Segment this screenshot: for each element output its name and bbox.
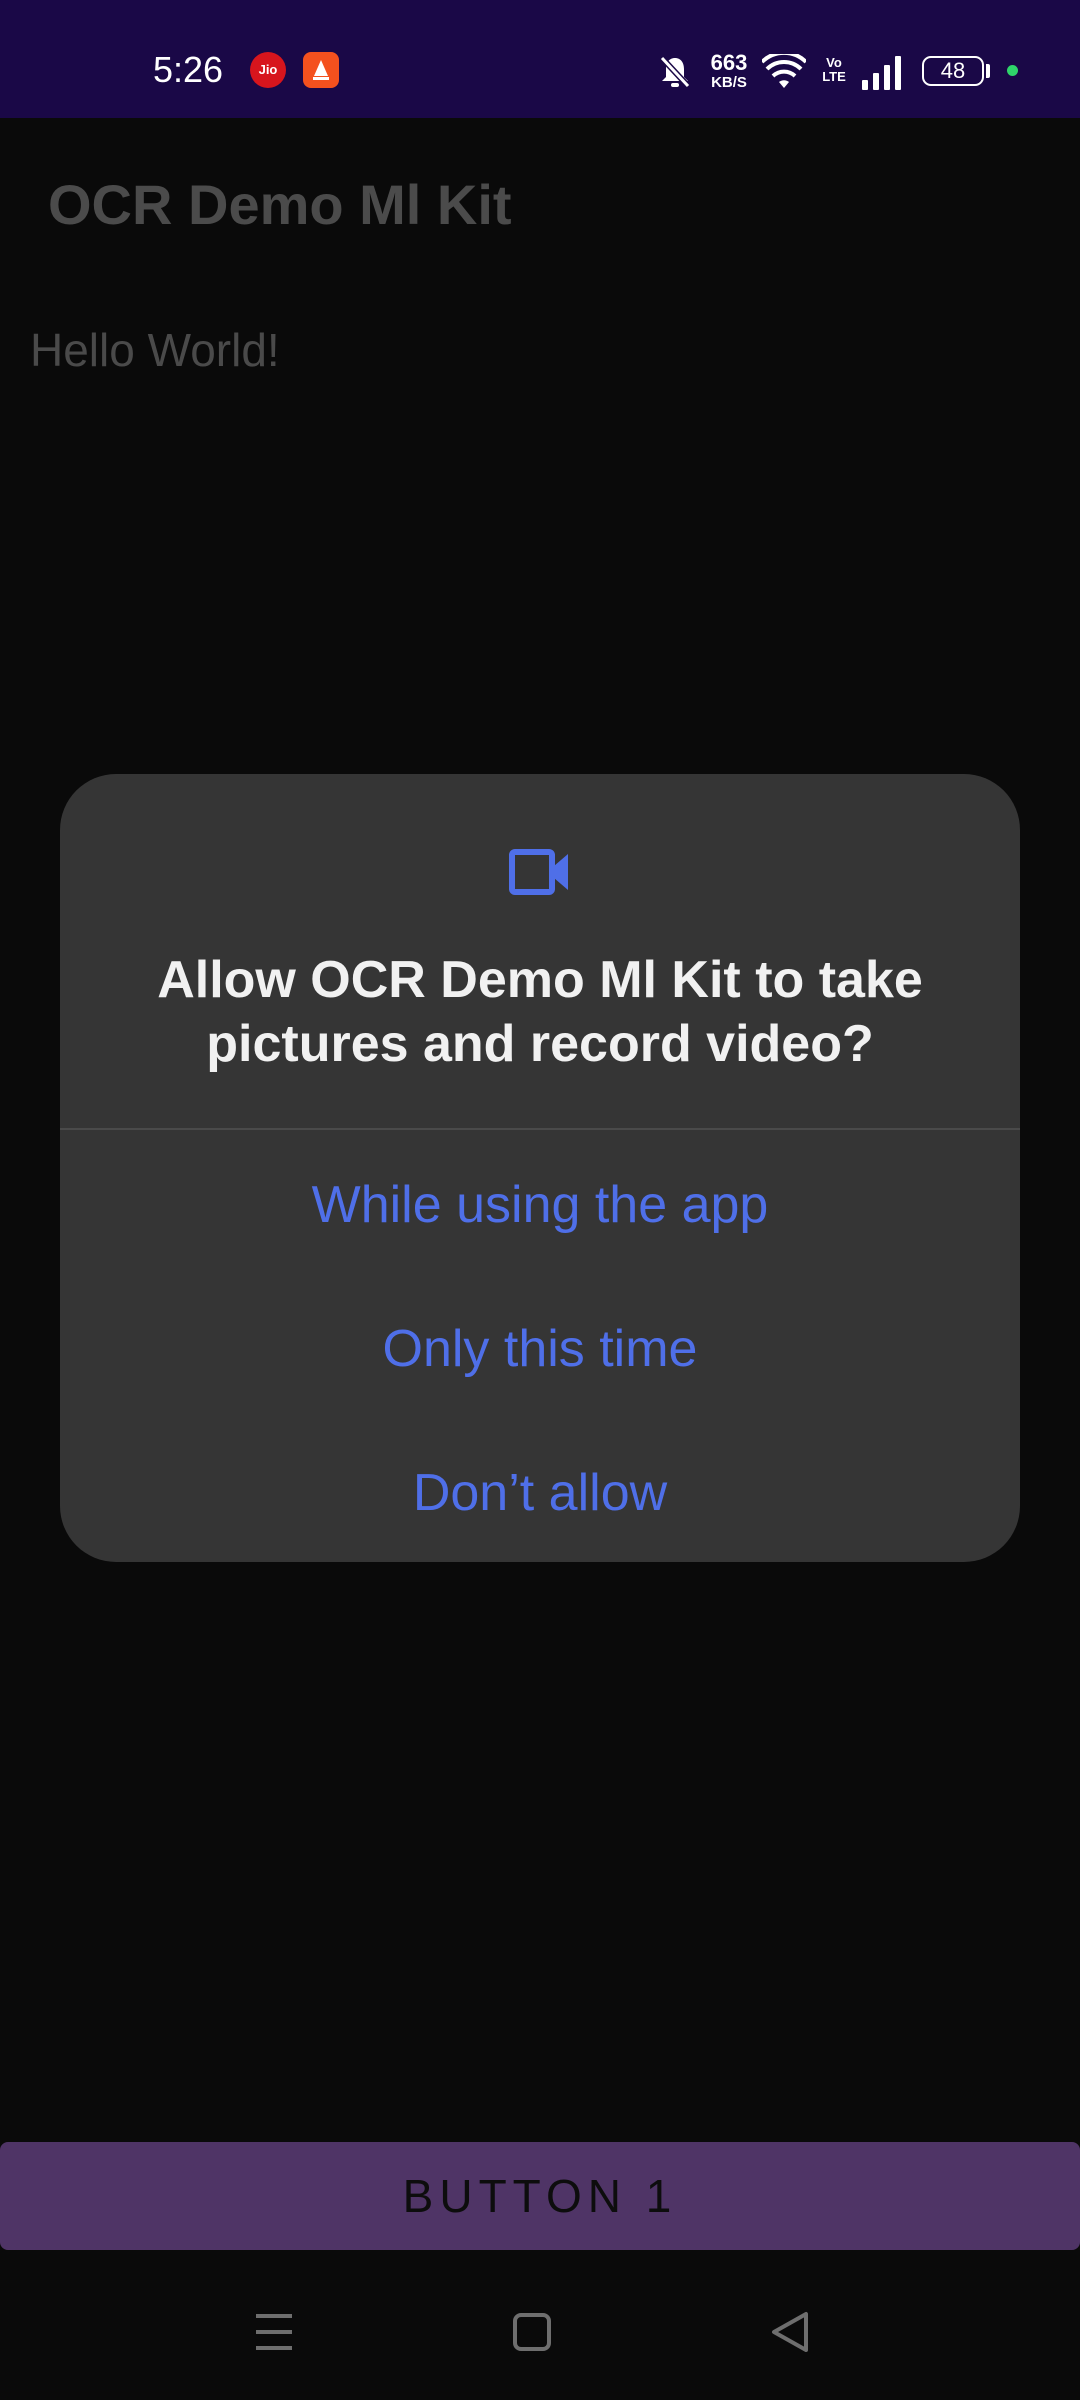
video-camera-icon <box>509 849 568 895</box>
nav-bar <box>0 2262 1080 2400</box>
menu-icon[interactable] <box>234 2292 314 2372</box>
while-using-app-button[interactable]: While using the app <box>60 1140 1020 1270</box>
dont-allow-button[interactable]: Don’t allow <box>60 1428 1020 1558</box>
button-1[interactable]: BUTTON 1 <box>0 2142 1080 2250</box>
volte-label: Vo LTE <box>822 55 846 84</box>
permission-dialog: Allow OCR Demo Ml Kit to take pictures a… <box>60 774 1020 1562</box>
status-bar: 5:26 Jio 663 KB/S Vo LTE 48 <box>0 0 1080 118</box>
signal-icon <box>862 56 901 90</box>
screen: 5:26 Jio 663 KB/S Vo LTE 48 OCR Demo Ml … <box>0 0 1080 2400</box>
app-title: OCR Demo Ml Kit <box>48 173 512 236</box>
dialog-divider <box>60 1128 1020 1130</box>
network-speed: 663 KB/S <box>704 50 754 91</box>
dialog-title: Allow OCR Demo Ml Kit to take pictures a… <box>157 951 923 1073</box>
wifi-icon <box>762 54 806 88</box>
battery-tip <box>986 64 990 78</box>
privacy-indicator-dot <box>1007 65 1018 76</box>
network-speed-unit: KB/S <box>711 74 747 91</box>
network-speed-value: 663 <box>710 50 748 75</box>
back-icon[interactable] <box>750 2292 830 2372</box>
jio-notification-icon: Jio <box>250 52 286 88</box>
only-this-time-button[interactable]: Only this time <box>60 1284 1020 1414</box>
battery-indicator: 48 <box>922 56 984 86</box>
silent-bell-icon <box>659 55 691 89</box>
status-time: 5:26 <box>153 49 224 90</box>
home-icon[interactable] <box>492 2292 572 2372</box>
app-notification-icon <box>303 52 339 88</box>
hello-text: Hello World! <box>30 324 280 376</box>
